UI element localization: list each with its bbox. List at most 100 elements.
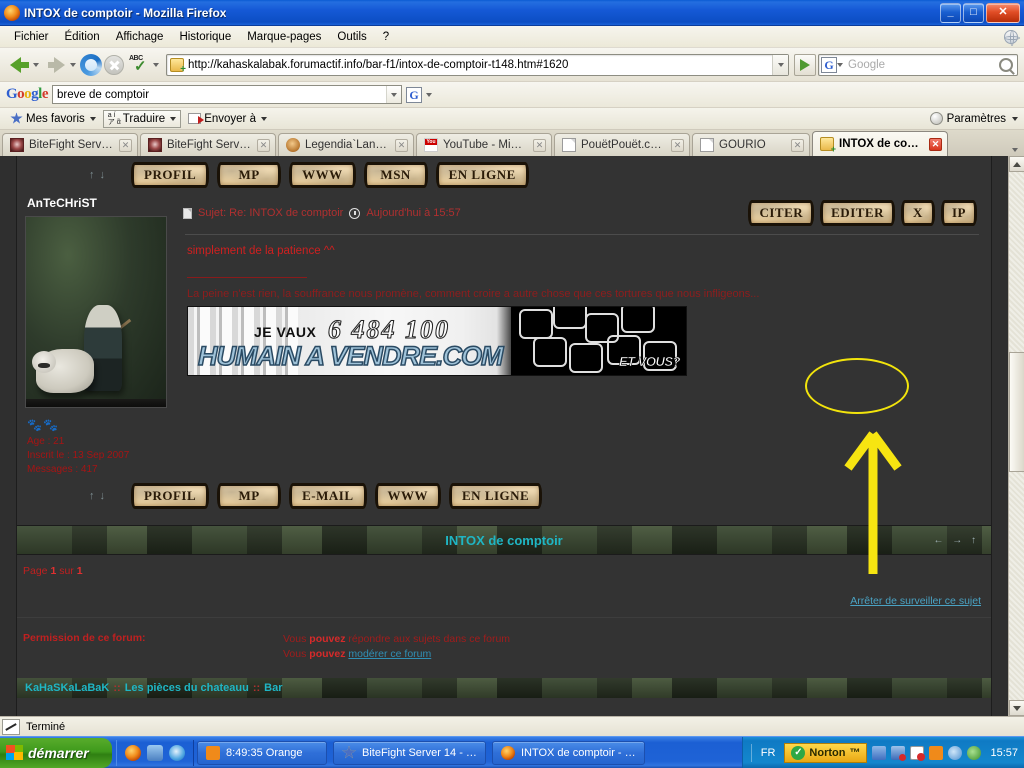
media-icon[interactable] (948, 745, 963, 760)
language-indicator[interactable]: FR (757, 747, 780, 759)
email-button-bottom[interactable]: E-MAIL (289, 483, 367, 509)
tab-list-button[interactable] (1006, 148, 1024, 156)
breadcrumb-item-root[interactable]: KaHaSKaLaBaK (25, 682, 109, 694)
menu-edition[interactable]: Édition (57, 29, 108, 45)
breadcrumb-item-forum[interactable]: Bar (264, 682, 282, 694)
bookmark-envoyer-a[interactable]: Envoyer à (184, 112, 271, 126)
go-button[interactable] (794, 53, 816, 76)
url-dropdown-button[interactable] (772, 54, 788, 75)
internet-explorer-icon[interactable] (169, 744, 185, 761)
reload-icon[interactable] (80, 53, 102, 76)
mp-button-bottom[interactable]: MP (217, 483, 282, 509)
status-mode-icon[interactable] (2, 718, 20, 735)
taskbar-clock[interactable]: 15:57 (986, 747, 1018, 759)
scrollbar-up-button[interactable] (1008, 156, 1024, 172)
menu-marque-pages[interactable]: Marque-pages (239, 29, 329, 45)
firefox-icon[interactable] (125, 744, 141, 761)
page-scrollbar[interactable] (1008, 156, 1024, 716)
spellcheck-button[interactable]: ABC ✓ (126, 54, 161, 76)
google-search-dropdown-icon[interactable] (386, 86, 402, 103)
scroll-down-icon[interactable]: ↓ (100, 490, 106, 502)
back-dropdown-icon[interactable] (33, 62, 39, 67)
poster-username[interactable]: AnTeCHriST (25, 194, 179, 216)
settings-icon[interactable] (929, 112, 943, 125)
www-button-bottom[interactable]: WWW (374, 483, 442, 509)
stop-icon[interactable] (104, 54, 124, 75)
scrollbar-thumb[interactable] (1008, 352, 1024, 472)
signature-banner[interactable]: JE VAUX 6 484 100 € HUMAIN A VENDRE.COM (187, 306, 687, 376)
minimize-button[interactable]: _ (940, 2, 961, 23)
breadcrumb-item-category[interactable]: Les pièces du chateauu (125, 682, 249, 694)
topic-nav-arrows[interactable]: ← → ↑ (933, 535, 979, 546)
tab-close-icon[interactable]: ✕ (533, 138, 546, 152)
taskbar-button-intox[interactable]: INTOX de comptoir - … (491, 740, 645, 765)
menu-historique[interactable]: Historique (171, 29, 239, 45)
tab-intox-de-comptoir[interactable]: INTOX de com… ✕ (812, 131, 948, 156)
tab-legendia-land[interactable]: Legendia`Land … ✕ (278, 133, 414, 156)
www-button-top[interactable]: WWW (289, 162, 356, 188)
scrollbar-down-button[interactable] (1008, 700, 1024, 716)
address-bar[interactable]: http://kahaskalabak.forumactif.info/bar-… (166, 53, 789, 76)
menu-fichier[interactable]: Fichier (6, 29, 57, 45)
tab-gourio[interactable]: GOURIO ✕ (692, 133, 810, 156)
scroll-up-icon[interactable]: ↑ (89, 490, 95, 502)
search-input[interactable]: Google (843, 59, 999, 71)
profil-button-top[interactable]: PROFIL (131, 162, 210, 188)
post-header-divider (185, 234, 979, 235)
delete-button[interactable]: X (901, 200, 935, 226)
orange-icon[interactable] (929, 745, 944, 760)
moderer-ce-forum-link[interactable]: modérer ce forum (348, 648, 431, 660)
network-icon[interactable] (872, 745, 887, 760)
taskbar-button-bitefight[interactable]: BiteFight Server 14 - … (333, 740, 486, 765)
forward-button[interactable] (43, 54, 78, 76)
network-error-icon[interactable] (891, 745, 907, 761)
menu-help[interactable]: ? (375, 29, 397, 45)
google-menu-chevron-icon[interactable] (426, 92, 433, 97)
mp-button-top[interactable]: MP (217, 162, 282, 188)
search-icon[interactable] (999, 57, 1013, 72)
norton-indicator[interactable]: ✓ Norton ™ (784, 742, 868, 763)
chevron-down-icon[interactable] (1012, 116, 1018, 121)
back-button[interactable] (6, 54, 41, 76)
taskbar-button-orange[interactable]: 8:49:35 Orange (197, 740, 327, 765)
tab-close-icon[interactable]: ✕ (791, 138, 804, 152)
msn-button-top[interactable]: MSN (363, 162, 428, 188)
url-text[interactable]: http://kahaskalabak.forumactif.info/bar-… (188, 59, 772, 71)
tab-close-icon[interactable]: ✕ (119, 138, 132, 152)
tab-close-icon[interactable]: ✕ (257, 138, 270, 152)
tab-bitefight-1[interactable]: BiteFight Server… ✕ (2, 133, 138, 156)
citer-button[interactable]: CITER (748, 200, 815, 226)
google-search-input[interactable]: breve de comptoir (52, 85, 403, 104)
search-bar[interactable]: G Google (818, 53, 1018, 76)
scroll-up-icon[interactable]: ↑ (89, 169, 95, 181)
parametres-label[interactable]: Paramètres (947, 113, 1006, 125)
bookmark-traduire[interactable]: a íア ᾶ Traduire (102, 109, 182, 128)
enligne-button-bottom[interactable]: EN LIGNE (449, 483, 543, 509)
tab-close-icon[interactable]: ✕ (395, 138, 408, 152)
tab-bitefight-2[interactable]: BiteFight Server… ✕ (140, 133, 276, 156)
spellcheck-dropdown-icon[interactable] (153, 62, 159, 67)
tab-pouetpouet[interactable]: PouëtPouët.co… ✕ (554, 133, 690, 156)
stop-watching-topic-link[interactable]: Arrêter de surveiller ce sujet (850, 595, 981, 607)
editer-button[interactable]: EDITER (820, 200, 895, 226)
menu-outils[interactable]: Outils (329, 29, 374, 45)
shield-alert-icon[interactable] (910, 745, 926, 761)
enligne-button-top[interactable]: EN LIGNE (435, 162, 529, 188)
bookmark-mes-favoris[interactable]: Mes favoris (6, 111, 100, 126)
google-account-button[interactable]: G (406, 86, 423, 103)
tab-close-icon[interactable]: ✕ (929, 137, 942, 151)
google-search-value[interactable]: breve de comptoir (57, 89, 386, 101)
tab-close-icon[interactable]: ✕ (671, 138, 684, 152)
forward-dropdown-icon[interactable] (70, 62, 76, 67)
scroll-down-icon[interactable]: ↓ (100, 169, 106, 181)
ip-button[interactable]: IP (941, 200, 977, 226)
close-button[interactable]: ✕ (986, 2, 1020, 23)
profil-button-bottom[interactable]: PROFIL (131, 483, 210, 509)
update-icon[interactable] (967, 745, 982, 760)
maximize-button[interactable]: □ (963, 2, 984, 23)
start-button[interactable]: démarrer (0, 737, 112, 768)
tab-youtube[interactable]: You YouTube - Minu… ✕ (416, 133, 552, 156)
menu-affichage[interactable]: Affichage (108, 29, 172, 45)
contacts-icon[interactable] (147, 744, 163, 761)
scrollbar-track[interactable] (1008, 172, 1024, 700)
